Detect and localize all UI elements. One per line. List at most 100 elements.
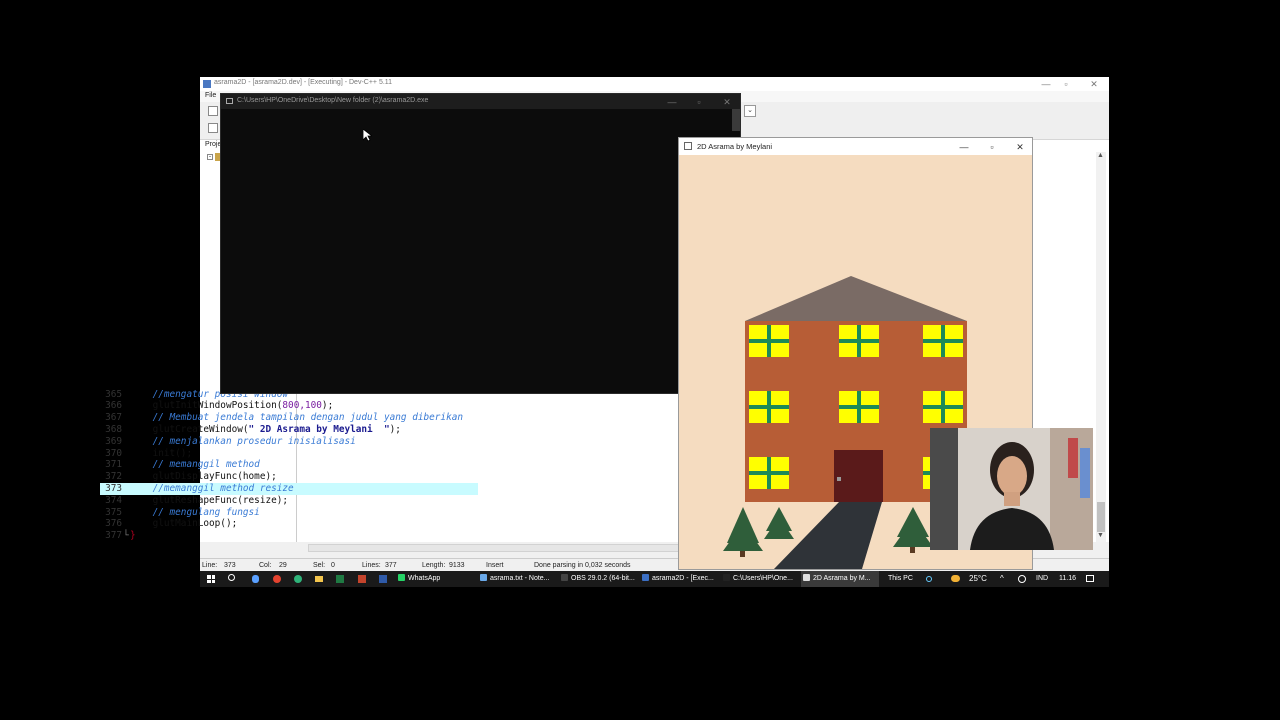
windows-start-icon[interactable] <box>207 575 215 583</box>
this-pc-label[interactable]: This PC <box>888 571 913 587</box>
chevron-up-icon[interactable]: ^ <box>1000 571 1004 587</box>
project-tab[interactable]: Proje <box>205 141 221 148</box>
building-window <box>923 391 963 423</box>
maximize-icon[interactable]: ▫ <box>689 96 709 108</box>
chrome-icon[interactable] <box>273 575 281 583</box>
code-line[interactable]: 366 glutInitWindowPosition(800,100); <box>100 400 478 412</box>
scroll-thumb[interactable] <box>1097 502 1105 532</box>
new-file-icon[interactable] <box>208 106 218 116</box>
excel-icon[interactable] <box>336 575 344 583</box>
code-text: glutDisplayFunc(home); <box>152 471 277 483</box>
editor-scrollbar[interactable]: ▲ ▼ <box>1096 152 1106 542</box>
line-number: 365 <box>105 388 122 400</box>
editor-hscrollbar[interactable] <box>308 544 680 552</box>
scroll-up-icon[interactable]: ▲ <box>1097 152 1104 159</box>
taskbar-app-button[interactable]: asrama.txt - Note... <box>478 571 556 587</box>
building-window <box>839 391 879 423</box>
console-titlebar[interactable]: C:\Users\HP\OneDrive\Desktop\New folder … <box>221 94 740 109</box>
minimize-icon[interactable]: — <box>954 141 974 153</box>
scroll-down-icon[interactable]: ▼ <box>1097 532 1104 539</box>
code-line[interactable]: 369 // menjalankan prosedur inisialisasi <box>100 436 478 448</box>
menu-file[interactable]: File <box>205 92 216 99</box>
weather-temperature[interactable]: 25°C <box>969 571 987 587</box>
fold-gutter <box>122 459 130 471</box>
code-text: // mengulang fungsi <box>152 506 260 518</box>
minimize-icon[interactable]: — <box>1036 78 1056 90</box>
code-line[interactable]: 373 //memanggil method resize <box>100 482 478 495</box>
status-length-label: Length: <box>422 562 446 569</box>
code-line[interactable]: 368 glutCreateWindow(" 2D Asrama by Meyl… <box>100 424 478 436</box>
close-icon[interactable]: ✕ <box>717 96 737 108</box>
status-lines-value: 377 <box>385 562 397 569</box>
status-sel-value: 0 <box>331 562 335 569</box>
console-scrollbar[interactable] <box>732 109 740 131</box>
code-text: // Membuat jendela tampilan dengan judul… <box>152 412 464 424</box>
tree-trunk <box>910 547 915 553</box>
maximize-icon[interactable]: ▫ <box>982 141 1002 153</box>
close-icon[interactable]: ✕ <box>1084 78 1104 90</box>
glut-app-icon <box>684 142 692 150</box>
code-text: glutMainLoop(); <box>152 518 238 530</box>
line-number: 372 <box>105 471 122 483</box>
code-line[interactable]: 371 // memanggil method <box>100 459 478 471</box>
code-line[interactable]: 367 // Membuat jendela tampilan dengan j… <box>100 412 478 424</box>
taskbar-app-button[interactable]: OBS 29.0.2 (64-bit... <box>559 571 637 587</box>
line-number: 369 <box>105 435 122 447</box>
code-line[interactable]: 375 // mengulang fungsi <box>100 507 478 519</box>
code-text: init(); <box>152 447 193 459</box>
network-globe-icon[interactable] <box>926 576 932 582</box>
code-line[interactable]: 376 glutMainLoop(); <box>100 518 478 530</box>
notifications-icon[interactable] <box>1086 575 1094 582</box>
close-icon[interactable]: ✕ <box>1010 141 1030 153</box>
taskbar-app-button[interactable]: 2D Asrama by M... <box>801 571 879 587</box>
weather-icon[interactable] <box>951 575 960 582</box>
taskbar-app-button[interactable]: asrama2D - [Exec... <box>640 571 718 587</box>
open-project-icon[interactable] <box>208 123 218 133</box>
pinned-app-icon[interactable] <box>252 575 259 583</box>
fold-gutter <box>122 448 130 460</box>
console-window: C:\Users\HP\OneDrive\Desktop\New folder … <box>220 93 741 394</box>
code-line[interactable]: 374 glutReshapeFunc(resize); <box>100 495 478 507</box>
fold-gutter <box>122 389 130 401</box>
dropdown-chevron-icon[interactable]: ⌄ <box>744 105 756 117</box>
code-line[interactable]: 377└} <box>100 530 478 542</box>
network-icon[interactable] <box>1018 575 1026 583</box>
line-number: 366 <box>105 400 122 412</box>
fold-gutter <box>122 400 130 412</box>
line-number: 367 <box>105 412 122 424</box>
minimize-icon[interactable]: — <box>662 96 682 108</box>
taskbar-app-button[interactable]: C:\Users\HP\One... <box>721 571 799 587</box>
clock[interactable]: 11.16 <box>1059 571 1076 587</box>
devcpp-titlebar[interactable]: asrama2D - [asrama2D.dev] - [Executing] … <box>200 77 1109 91</box>
fold-gutter <box>122 483 130 495</box>
line-number: 376 <box>105 518 122 530</box>
search-icon[interactable] <box>228 574 235 581</box>
app-icon <box>642 574 649 581</box>
fold-gutter <box>122 424 130 436</box>
fold-gutter <box>122 507 130 519</box>
tree-expand-icon[interactable]: - <box>207 154 213 160</box>
glut-titlebar[interactable]: 2D Asrama by Meylani — ▫ ✕ <box>679 138 1032 155</box>
status-sel-label: Sel: <box>313 562 326 569</box>
building-window <box>839 325 879 357</box>
powerpoint-icon[interactable] <box>358 575 366 583</box>
word-icon[interactable] <box>379 575 387 583</box>
folder-icon[interactable] <box>315 576 323 582</box>
tree <box>723 523 763 551</box>
status-mode: Insert <box>486 562 504 569</box>
code-text: glutCreateWindow(" 2D Asrama by Meylani … <box>152 423 401 435</box>
taskbar-app-label: WhatsApp <box>408 575 441 582</box>
edge-icon[interactable] <box>294 575 302 583</box>
code-line[interactable]: 372 glutDisplayFunc(home); <box>100 471 478 483</box>
devcpp-app-icon <box>203 80 211 88</box>
language-indicator[interactable]: IND <box>1036 571 1048 587</box>
taskbar: WhatsApp asrama.txt - Note... OBS 29.0.2 (… <box>200 571 1109 587</box>
building-window <box>749 325 789 357</box>
taskbar-app-label: 2D Asrama by M... <box>813 575 871 582</box>
maximize-icon[interactable]: ▫ <box>1056 78 1076 90</box>
line-number: 371 <box>105 459 122 471</box>
fold-gutter <box>122 518 130 530</box>
taskbar-app-button[interactable]: WhatsApp <box>396 571 474 587</box>
code-line[interactable]: 370 init(); <box>100 448 478 460</box>
code-text: // memanggil method <box>152 459 260 471</box>
